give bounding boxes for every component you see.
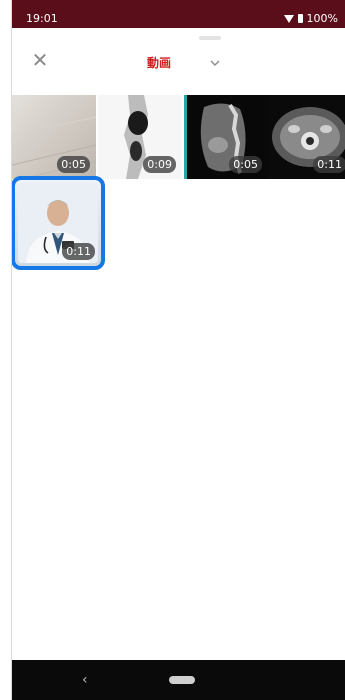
video-thumbnail[interactable]: 0:05: [12, 95, 96, 179]
chevron-down-icon: [209, 57, 221, 69]
media-type-title: 動画: [147, 56, 172, 70]
video-duration: 0:09: [143, 156, 176, 173]
video-thumbnail[interactable]: 0:09: [98, 95, 182, 179]
status-indicators: 100%: [283, 12, 338, 25]
video-duration: 0:05: [57, 156, 90, 173]
video-duration: 0:05: [229, 156, 262, 173]
system-nav-bar: ‹: [12, 660, 345, 700]
close-button[interactable]: ✕: [30, 50, 50, 70]
nav-home-pill[interactable]: [169, 676, 195, 684]
video-duration: 0:11: [313, 156, 345, 173]
video-duration: 0:11: [62, 243, 95, 260]
video-thumbnail-selected[interactable]: 0:11: [12, 176, 105, 270]
video-thumbnail[interactable]: 0:11: [268, 95, 345, 179]
close-icon: ✕: [31, 48, 49, 72]
wifi-icon: [283, 14, 294, 23]
battery-icon: [297, 14, 303, 23]
nav-back-icon[interactable]: ‹: [82, 672, 88, 688]
media-type-selector[interactable]: 動画: [147, 54, 221, 71]
phone-screen: 19:01 100% ✕ 動画 0:05 0:09 0:05 0:11 0:11…: [11, 0, 345, 700]
media-picker-sheet: ✕ 動画 0:05 0:09 0:05 0:11 0:11: [12, 28, 345, 660]
status-bar: 19:01 100%: [12, 0, 345, 28]
sheet-drag-handle[interactable]: [199, 36, 221, 40]
battery-percent: 100%: [306, 12, 338, 25]
video-thumbnail[interactable]: 0:05: [184, 95, 268, 179]
status-time: 19:01: [26, 12, 58, 25]
